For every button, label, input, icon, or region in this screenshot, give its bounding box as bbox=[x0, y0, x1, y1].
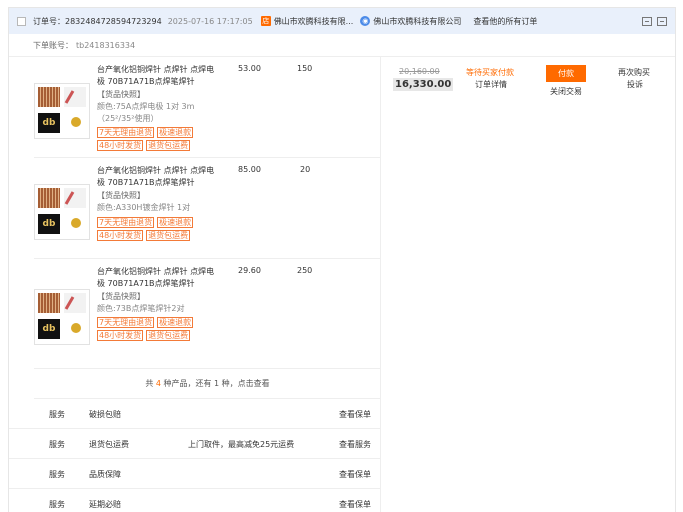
header-actions bbox=[642, 16, 667, 26]
service-name: 延期必赔 bbox=[89, 500, 121, 509]
pay-button[interactable]: 付款 bbox=[546, 65, 586, 82]
product-photo-rods bbox=[38, 293, 60, 313]
wangwang-chat-icon[interactable]: ◉ bbox=[360, 16, 371, 26]
show-more-products[interactable]: 共 4 种产品，还有 1 种，点击查看 bbox=[34, 369, 381, 399]
tag-fast-refund[interactable]: 极速退款 bbox=[157, 217, 194, 228]
order-status: 等待买家付款 bbox=[466, 68, 514, 77]
delete-icon[interactable] bbox=[657, 16, 667, 26]
buyer-account-row: 下单账号： tb2418316334 bbox=[9, 34, 675, 57]
original-price: 20,160.00 bbox=[399, 67, 440, 76]
quantity: 150 bbox=[297, 64, 313, 73]
unit-price: 53.00 bbox=[238, 64, 261, 73]
tag-7day-return[interactable]: 7天无理由退货 bbox=[97, 217, 155, 228]
message-icon[interactable] bbox=[642, 16, 652, 26]
product-photo-rods bbox=[38, 188, 60, 208]
product-photo-gold bbox=[64, 113, 86, 133]
product-title[interactable]: 台产氧化铝铜焊针 点焊针 点焊电极 70B71A71B点焊笔焊针 bbox=[97, 64, 219, 88]
account-value: tb2418316334 bbox=[76, 40, 136, 50]
service-label: 服务 bbox=[49, 410, 65, 419]
service-name: 品质保障 bbox=[89, 470, 121, 479]
tag-48h-ship[interactable]: 48小时发货 bbox=[97, 330, 144, 341]
shop-name-link[interactable]: 佛山市欢腾科技有限... bbox=[274, 16, 354, 27]
order-card: 订单号：2832484728594723294 2025-07-16 17:17… bbox=[8, 7, 676, 512]
product-title[interactable]: 台产氧化铝铜焊针 点焊针 点焊电极 70B71A71B点焊笔焊针 bbox=[97, 266, 219, 290]
service-desc: 上门取件，最高减免25元运费 bbox=[188, 440, 295, 449]
tag-return-shipping[interactable]: 退货包运费 bbox=[146, 230, 191, 241]
shop-icon: 店 bbox=[260, 16, 271, 26]
account-label: 下单账号： bbox=[33, 40, 73, 50]
tag-fast-refund[interactable]: 极速退款 bbox=[157, 127, 194, 138]
product-photo-gold bbox=[64, 319, 86, 339]
service-name: 破损包赔 bbox=[89, 410, 121, 419]
product-image[interactable]: db bbox=[34, 83, 90, 139]
complain-link[interactable]: 投诉 bbox=[627, 79, 643, 90]
product-item: db 台产氧化铝铜焊针 点焊针 点焊电极 70B71A71B点焊笔焊针 【货品快… bbox=[34, 57, 381, 158]
snapshot-link[interactable]: 【货品快照】 bbox=[97, 190, 145, 201]
order-detail-link[interactable]: 订单详情 bbox=[475, 79, 507, 90]
order-checkbox[interactable] bbox=[17, 16, 26, 26]
view-all-orders-link[interactable]: 查看他的所有订单 bbox=[473, 16, 537, 27]
product-item: db 台产氧化铝铜焊针 点焊针 点焊电极 70B71A71B点焊笔焊针 【货品快… bbox=[34, 158, 381, 259]
unit-price: 29.60 bbox=[238, 266, 261, 275]
quantity: 20 bbox=[300, 165, 311, 174]
service-tags: 7天无理由退货 极速退款 48小时发货 退货包运费 bbox=[97, 127, 212, 151]
snapshot-link[interactable]: 【货品快照】 bbox=[97, 291, 145, 302]
service-label: 服务 bbox=[49, 470, 65, 479]
tag-48h-ship[interactable]: 48小时发货 bbox=[97, 140, 144, 151]
tag-7day-return[interactable]: 7天无理由退货 bbox=[97, 127, 155, 138]
view-policy-link[interactable]: 查看保单 bbox=[339, 409, 371, 420]
service-tags: 7天无理由退货 极速退款 48小时发货 退货包运费 bbox=[97, 217, 212, 241]
brand-logo: db bbox=[38, 214, 60, 234]
tag-fast-refund[interactable]: 极速退款 bbox=[157, 317, 194, 328]
order-time: 2025-07-16 17:17:05 bbox=[167, 16, 253, 26]
order-summary: 20,160.00 16,330.00 等待买家付款 订单详情 付款 关闭交易 … bbox=[381, 57, 675, 107]
tag-48h-ship[interactable]: 48小时发货 bbox=[97, 230, 144, 241]
service-row: 服务 退货包运费 上门取件，最高减免25元运费 查看服务 bbox=[9, 429, 381, 459]
actual-price: 16,330.00 bbox=[393, 78, 454, 91]
product-sku: 颜色:A330H镀金焊针 1对 bbox=[97, 203, 191, 212]
close-trade-link[interactable]: 关闭交易 bbox=[550, 86, 582, 97]
product-item: db 台产氧化铝铜焊针 点焊针 点焊电极 70B71A71B点焊笔焊针 【货品快… bbox=[34, 259, 381, 369]
quantity: 250 bbox=[297, 266, 313, 275]
more-prefix: 共 bbox=[145, 379, 156, 388]
tag-return-shipping[interactable]: 退货包运费 bbox=[146, 330, 191, 341]
product-photo-rods bbox=[38, 87, 60, 107]
view-policy-link[interactable]: 查看保单 bbox=[339, 469, 371, 480]
product-image[interactable]: db bbox=[34, 184, 90, 240]
shop-chat-link[interactable]: 佛山市欢腾科技有限公司 bbox=[373, 16, 461, 27]
service-row: 服务 品质保障 查看保单 bbox=[9, 459, 381, 489]
service-row: 服务 破损包赔 查看保单 bbox=[9, 399, 381, 429]
service-row: 服务 延期必赔 查看保单 bbox=[9, 489, 381, 512]
service-label: 服务 bbox=[49, 500, 65, 509]
product-title[interactable]: 台产氧化铝铜焊针 点焊针 点焊电极 70B71A71B点焊笔焊针 bbox=[97, 165, 219, 189]
product-sku: 颜色:75A点焊电极 1对 3m（25²/35²使用） bbox=[97, 102, 195, 123]
order-body: db 台产氧化铝铜焊针 点焊针 点焊电极 70B71A71B点焊笔焊针 【货品快… bbox=[9, 57, 675, 512]
rebuy-link[interactable]: 再次购买 bbox=[618, 67, 650, 78]
unit-price: 85.00 bbox=[238, 165, 261, 174]
service-tags: 7天无理由退货 极速退款 48小时发货 退货包运费 bbox=[97, 317, 212, 341]
items-column: db 台产氧化铝铜焊针 点焊针 点焊电极 70B71A71B点焊笔焊针 【货品快… bbox=[9, 57, 381, 512]
order-number: 订单号：2832484728594723294 bbox=[33, 16, 162, 26]
service-label: 服务 bbox=[49, 440, 65, 449]
tag-7day-return[interactable]: 7天无理由退货 bbox=[97, 317, 155, 328]
service-name: 退货包运费 bbox=[89, 440, 129, 449]
more-suffix: 种产品，还有 1 种，点击查看 bbox=[160, 379, 270, 388]
product-image[interactable]: db bbox=[34, 289, 90, 345]
snapshot-link[interactable]: 【货品快照】 bbox=[97, 89, 145, 100]
product-photo-tip bbox=[64, 87, 86, 107]
product-sku: 颜色:73B点焊笔焊针2对 bbox=[97, 304, 185, 313]
brand-logo: db bbox=[38, 113, 60, 133]
view-service-link[interactable]: 查看服务 bbox=[339, 439, 371, 450]
tag-return-shipping[interactable]: 退货包运费 bbox=[146, 140, 191, 151]
product-photo-tip bbox=[64, 188, 86, 208]
view-policy-link[interactable]: 查看保单 bbox=[339, 499, 371, 510]
product-photo-gold bbox=[64, 214, 86, 234]
brand-logo: db bbox=[38, 319, 60, 339]
product-photo-tip bbox=[64, 293, 86, 313]
order-header: 订单号：2832484728594723294 2025-07-16 17:17… bbox=[9, 8, 675, 34]
